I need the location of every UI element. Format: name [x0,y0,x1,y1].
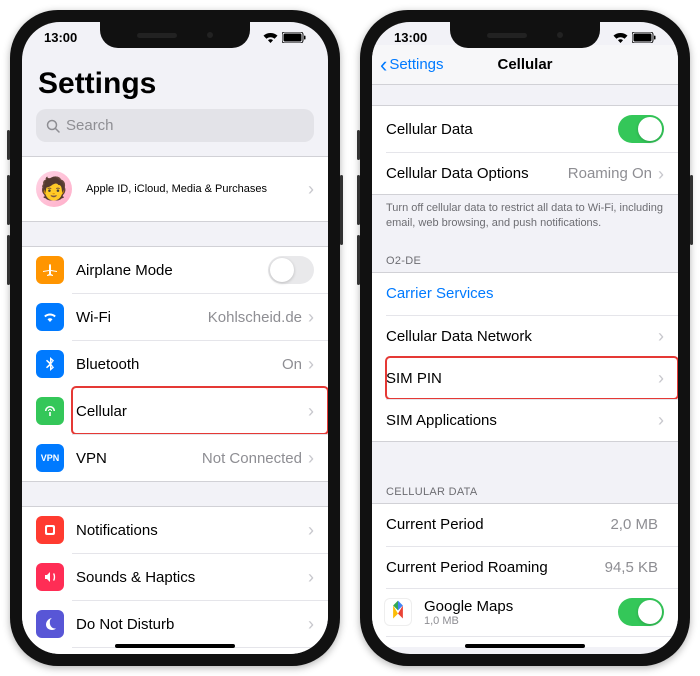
sounds-row[interactable]: Sounds & Haptics › [72,553,328,600]
row-label: Carrier Services [386,285,664,302]
row-label: Notifications [76,522,308,539]
gmaps-toggle[interactable] [618,598,664,626]
back-button[interactable]: ‹ Settings [380,52,444,78]
airplane-mode-row[interactable]: Airplane Mode [22,247,328,293]
row-label: Cellular [76,403,308,420]
google-maps-row[interactable]: Google Maps 1,0 MB [386,588,678,636]
bluetooth-row[interactable]: Bluetooth On › [72,340,328,387]
row-sublabel: 1,0 MB [424,615,618,627]
dnd-row[interactable]: Do Not Disturb › [72,600,328,647]
cellular-icon [36,397,64,425]
airplane-icon [36,256,64,284]
back-label: Settings [389,56,443,73]
phone-left: 13:00 Settings Search 🧑 Apple ID, iCloud… [10,10,340,666]
carrier-header: O2-DE [372,241,678,272]
status-time: 13:00 [394,30,427,45]
row-label: Current Period Roaming [386,559,605,576]
sounds-icon [36,563,64,591]
row-label: SIM PIN [386,370,658,387]
page-title: Settings [22,45,328,109]
cellular-data-header: CELLULAR DATA [372,472,678,503]
current-period-row: Current Period 2,0 MB [372,504,678,546]
wifi-status-icon [613,32,628,43]
chevron-right-icon: › [658,165,664,183]
search-placeholder: Search [66,117,114,134]
moon-icon [36,610,64,638]
battery-icon [282,32,306,43]
row-value: 2,0 MB [610,516,658,533]
chevron-right-icon: › [308,355,314,373]
chevron-right-icon: › [308,568,314,586]
sim-pin-row[interactable]: SIM PIN › [386,357,678,399]
nav-title: Cellular [497,56,552,73]
wifi-icon [36,303,64,331]
search-input[interactable]: Search [36,109,314,142]
row-value: Roaming On [568,165,652,182]
row-label: Airplane Mode [76,262,268,279]
cellular-options-row[interactable]: Cellular Data Options Roaming On › [386,152,678,194]
search-icon [46,119,60,133]
chevron-right-icon: › [308,449,314,467]
row-value: On [282,356,302,373]
chevron-right-icon: › [658,411,664,429]
home-indicator[interactable] [465,644,585,648]
notifications-row[interactable]: Notifications › [22,507,328,553]
chevron-right-icon: › [308,402,314,420]
airplane-toggle[interactable] [268,256,314,284]
cellular-data-row[interactable]: Cellular Data [372,106,678,152]
google-maps-icon [384,598,412,626]
row-label: VPN [76,450,202,467]
row-label: Do Not Disturb [76,616,308,633]
row-label: SIM Applications [386,412,658,429]
chevron-right-icon: › [658,369,664,387]
row-label: Wi-Fi [76,309,208,326]
chevron-right-icon: › [308,615,314,633]
carrier-services-row[interactable]: Carrier Services [372,273,678,315]
apple-id-label: Apple ID, iCloud, Media & Purchases [86,183,308,195]
notifications-icon [36,516,64,544]
chevron-right-icon: › [308,308,314,326]
row-label: Sounds & Haptics [76,569,308,586]
home-indicator[interactable] [115,644,235,648]
status-icons [263,30,306,45]
row-label: Google Maps [424,598,618,615]
row-label: Cellular Data Network [386,328,658,345]
row-label: Current Period [386,516,610,533]
cellular-note: Turn off cellular data to restrict all d… [372,195,678,241]
wifi-row[interactable]: Wi-Fi Kohlscheid.de › [72,293,328,340]
screentime-row[interactable]: Screen Time › [72,647,328,654]
row-value: Not Connected [202,450,302,467]
cellular-network-row[interactable]: Cellular Data Network › [386,315,678,357]
bluetooth-icon [36,350,64,378]
battery-icon [632,32,656,43]
cellular-row[interactable]: Cellular › [72,387,328,434]
row-label: Cellular Data [386,121,618,138]
row-label: Cellular Data Options [386,165,568,182]
apple-id-row[interactable]: 🧑 Apple ID, iCloud, Media & Purchases › [22,157,328,221]
chevron-left-icon: ‹ [380,52,387,78]
chevron-right-icon: › [658,327,664,345]
status-icons [613,30,656,45]
avatar: 🧑 [36,171,72,207]
nav-bar: ‹ Settings Cellular [372,45,678,85]
wifi-status-icon [263,32,278,43]
chevron-right-icon: › [308,180,314,198]
cellular-data-toggle[interactable] [618,115,664,143]
row-value: Kohlscheid.de [208,309,302,326]
status-time: 13:00 [44,30,77,45]
sim-apps-row[interactable]: SIM Applications › [386,399,678,441]
vpn-row[interactable]: VPN VPN Not Connected › [72,434,328,481]
phone-right: 13:00 ‹ Settings Cellular Cellular Data [360,10,690,666]
vpn-icon: VPN [36,444,64,472]
row-label: Bluetooth [76,356,282,373]
row-value: 94,5 KB [605,559,658,576]
roaming-row: Current Period Roaming 94,5 KB [386,546,678,588]
chevron-right-icon: › [308,521,314,539]
